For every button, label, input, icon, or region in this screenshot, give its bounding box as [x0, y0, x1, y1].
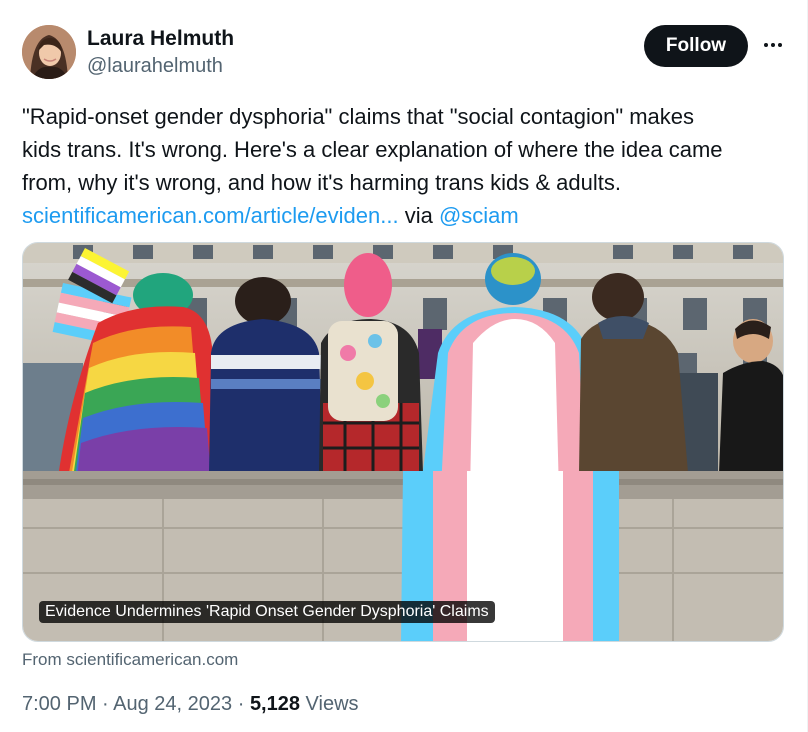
article-link[interactable]: scientificamerican.com/article/eviden...	[22, 203, 399, 228]
views-count: 5,128	[249, 693, 300, 715]
via-text: via	[398, 203, 439, 228]
tweet-meta: 7:00 PM · Aug 24, 2023 · 5,128 Views	[22, 693, 359, 716]
tweet-link-line: scientificamerican.com/article/eviden...…	[22, 199, 792, 232]
tweet-card: Laura Helmuth @laurahelmuth Follow "Rapi…	[0, 0, 808, 732]
link-card-source[interactable]: From scientificamerican.com	[22, 650, 238, 670]
author-handle[interactable]: @laurahelmuth	[87, 55, 223, 78]
tweet-line: "Rapid-onset gender dysphoria" claims th…	[22, 104, 695, 129]
tweet-time[interactable]: 7:00 PM	[22, 693, 96, 715]
author-name[interactable]: Laura Helmuth	[87, 27, 234, 51]
link-card-title[interactable]: Evidence Undermines 'Rapid Onset Gender …	[39, 601, 495, 623]
mention-link[interactable]: @sciam	[439, 203, 519, 228]
tweet-line: from, why it's wrong, and how it's harmi…	[22, 170, 621, 195]
tweet-text: "Rapid-onset gender dysphoria" claims th…	[22, 100, 792, 232]
follow-button[interactable]: Follow	[644, 25, 748, 67]
tweet-date[interactable]: Aug 24, 2023	[113, 693, 232, 715]
meta-separator: ·	[232, 693, 250, 715]
views-label: Views	[300, 693, 359, 715]
protest-photo	[23, 243, 783, 641]
link-card-image[interactable]: Evidence Undermines 'Rapid Onset Gender …	[22, 242, 784, 642]
avatar[interactable]	[22, 25, 76, 79]
meta-separator: ·	[96, 693, 114, 715]
tweet-line: kids trans. It's wrong. Here's a clear e…	[22, 137, 723, 162]
more-icon[interactable]	[762, 34, 784, 56]
